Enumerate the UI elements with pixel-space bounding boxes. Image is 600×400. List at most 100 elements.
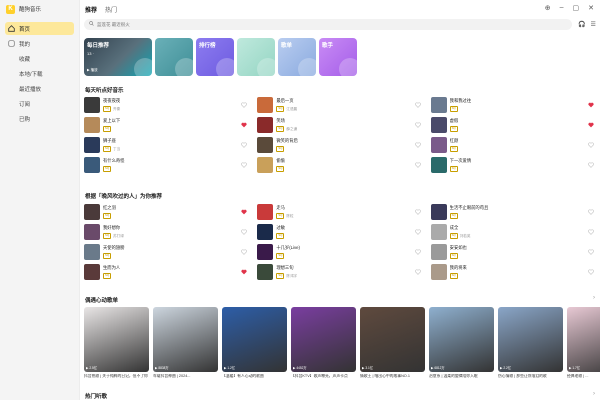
playlist-title[interactable]: 情歌王 | 唱出心中的故事NO.1	[360, 374, 425, 384]
song-artist[interactable]: 刘若英	[460, 234, 471, 239]
song-cover[interactable]	[430, 264, 447, 280]
song-item[interactable]: 我和我过往 SQ	[430, 95, 596, 115]
playlist-title[interactable]: 经典老歌 | ...	[567, 374, 600, 384]
playlist-title[interactable]: 抖音热歌 | 关于纯粹的日记，但不了你	[84, 374, 149, 384]
heart-icon[interactable]	[588, 142, 594, 148]
heart-icon[interactable]	[414, 162, 421, 168]
playlist-cover[interactable]: ▶ 8838万	[153, 307, 218, 372]
song-cover[interactable]	[84, 137, 100, 153]
song-item[interactable]: 天使的翅膀 SQ	[84, 242, 249, 262]
card-singer[interactable]: 歌手	[319, 38, 357, 76]
song-artist[interactable]: 薛之谦	[286, 127, 297, 132]
song-cover[interactable]	[84, 157, 100, 173]
song-title[interactable]: 红颜	[450, 138, 575, 144]
playlist-card[interactable]: ▶ 1.2亿 【温暖】有人心动的歌曲	[222, 307, 287, 384]
song-item[interactable]: 下一次爱情 SQ	[430, 155, 596, 175]
tab-hot[interactable]: 热门	[105, 5, 117, 14]
song-cover[interactable]	[430, 204, 447, 220]
song-artist[interactable]: 江语晨	[286, 107, 297, 112]
playlist-title[interactable]: 【温暖】有人心动的歌曲	[222, 374, 287, 384]
song-cover[interactable]	[430, 117, 447, 133]
song-title[interactable]: 微笑的背后	[276, 138, 401, 144]
playlist-title[interactable]: 伤心情歌 | 那些让你落泪的歌	[498, 374, 563, 384]
card-feature-2[interactable]	[155, 38, 193, 76]
card-chart[interactable]: 排行榜	[196, 38, 234, 76]
heart-icon[interactable]	[588, 122, 594, 128]
chevron-right-icon[interactable]: ›	[593, 295, 595, 301]
song-cover[interactable]	[257, 244, 274, 260]
song-cover[interactable]	[430, 157, 447, 173]
song-title[interactable]: 安安如也	[450, 245, 575, 251]
song-item[interactable]: 理想三旬 SQ 陈鸿宇	[257, 262, 422, 282]
song-title[interactable]: 虚假	[450, 118, 575, 124]
song-artist[interactable]: 陈鸿宇	[286, 274, 297, 279]
song-title[interactable]: 我和我过往	[450, 98, 575, 104]
song-title[interactable]: 有什么奇怪	[103, 158, 228, 164]
song-cover[interactable]	[257, 224, 274, 240]
playlist-cover[interactable]: ▶ 6812万	[429, 307, 494, 372]
heart-icon[interactable]	[588, 229, 594, 235]
search-input[interactable]	[97, 22, 557, 27]
song-title[interactable]: 最后一页	[276, 98, 401, 104]
song-artist[interactable]: 齐秦	[113, 107, 120, 112]
card-play-label[interactable]: ▶ 播放	[87, 68, 98, 73]
song-cover[interactable]	[84, 204, 100, 220]
search-box[interactable]	[84, 19, 572, 30]
song-cover[interactable]	[84, 224, 100, 240]
song-cover[interactable]	[84, 117, 100, 133]
song-item[interactable]: 红颜 SQ	[430, 135, 596, 155]
heart-icon[interactable]	[414, 209, 421, 215]
brand[interactable]: K 酷狗音乐	[0, 0, 79, 18]
song-title[interactable]: 过敏	[276, 225, 401, 231]
playlist-card[interactable]: ▶ 2.2亿伤心情歌 | 那些让你落泪的歌	[498, 307, 563, 384]
song-cover[interactable]	[430, 137, 447, 153]
song-title[interactable]: 理想三旬	[276, 265, 401, 271]
song-title[interactable]: 成全	[450, 225, 575, 231]
sidebar-item-purchased[interactable]: 已购	[5, 112, 74, 125]
playlist-card[interactable]: ▶ 2.5亿 抖音热歌 | 关于纯粹的日记，但不了你	[84, 307, 149, 384]
song-item[interactable]: 成全 SQ 刘若英	[430, 222, 596, 242]
song-item[interactable]: 红之羽 SQ	[84, 202, 249, 222]
heart-icon[interactable]	[241, 209, 247, 215]
sidebar-item-recent[interactable]: 最近播放	[5, 82, 74, 95]
close-icon[interactable]: ✕	[588, 4, 594, 12]
heart-icon[interactable]	[414, 229, 421, 235]
card-daily-recommend[interactable]: 每日推荐 13 · ▶ 播放	[84, 38, 152, 76]
song-cover[interactable]	[430, 244, 447, 260]
tab-recommend[interactable]: 推荐	[85, 5, 97, 14]
playlist-card[interactable]: ▶ 6812万 治愈系 | 温柔的旋律陪你入眠	[429, 307, 494, 384]
sidebar-item-home[interactable]: 首页	[5, 22, 74, 35]
sidebar-item-mine[interactable]: 我的	[5, 37, 74, 50]
song-item[interactable]: 我的将来 SQ	[430, 262, 596, 282]
playlist-cover[interactable]: ▶ 1.7亿	[567, 307, 600, 372]
song-title[interactable]: 偷偷	[276, 158, 401, 164]
settings-icon[interactable]: ☰	[590, 21, 595, 28]
song-artist[interactable]: 苏打绿	[113, 234, 124, 239]
song-item[interactable]: 有什么奇怪 SQ	[84, 155, 249, 175]
maximize-icon[interactable]: ▢	[573, 4, 580, 12]
minimize-icon[interactable]: –	[560, 4, 564, 12]
song-item[interactable]: 夜夜夜夜 SQ 齐秦	[84, 95, 249, 115]
heart-icon[interactable]	[414, 249, 421, 255]
chevron-right-icon[interactable]: ›	[593, 391, 595, 397]
playlist-cover[interactable]: ▶ 3.1亿	[360, 307, 425, 372]
song-title[interactable]: 爱上以下	[103, 118, 228, 124]
playlist-cover[interactable]: ▶ 2.2亿	[498, 307, 563, 372]
song-title[interactable]: 生活不止眼前的苟且	[450, 205, 575, 211]
playlist-card[interactable]: ▶ 1.7亿经典老歌 | ...	[567, 307, 600, 384]
card-feature-4[interactable]	[237, 38, 275, 76]
heart-icon[interactable]	[241, 249, 248, 255]
heart-icon[interactable]	[241, 229, 248, 235]
song-item[interactable]: 十几岁(Live) SQ	[257, 242, 422, 262]
heart-icon[interactable]	[414, 142, 421, 148]
song-item[interactable]: 生而为人 SQ	[84, 262, 249, 282]
song-title[interactable]: 红之羽	[103, 205, 228, 211]
heart-icon[interactable]	[241, 269, 247, 275]
heart-icon[interactable]	[588, 269, 594, 275]
song-title[interactable]: 我的将来	[450, 265, 575, 271]
sidebar-item-local-download[interactable]: 本地/下载	[5, 67, 74, 80]
heart-icon[interactable]	[241, 162, 248, 168]
heart-icon[interactable]	[414, 269, 421, 275]
song-title[interactable]: 夜夜夜夜	[103, 98, 228, 104]
heart-icon[interactable]	[414, 122, 421, 128]
